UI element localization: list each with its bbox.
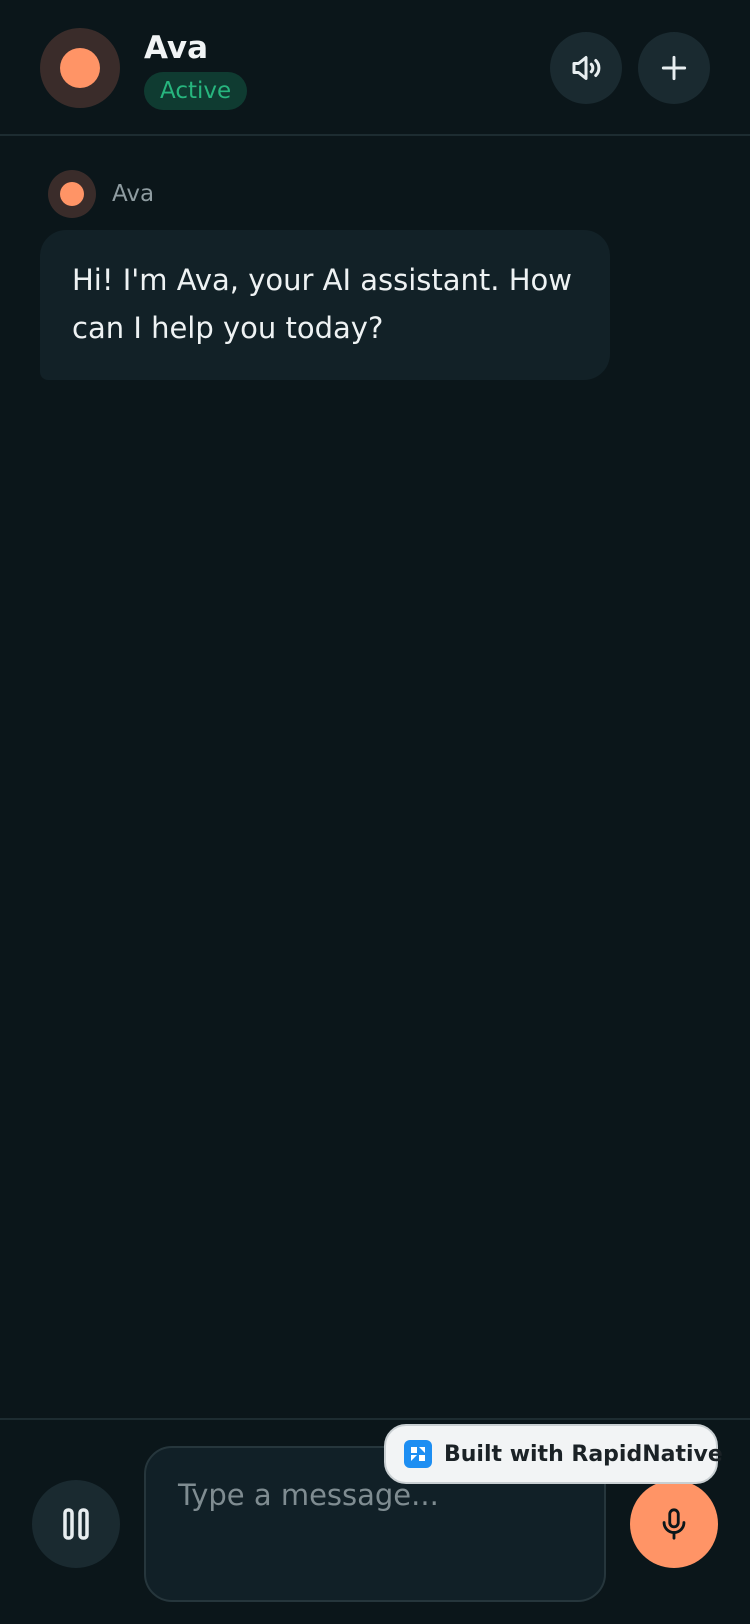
status-badge: Active <box>144 72 248 110</box>
microphone-button[interactable] <box>630 1480 718 1568</box>
built-with-text: Built with RapidNative <box>444 1441 723 1467</box>
sender-avatar <box>48 170 96 218</box>
pause-icon <box>63 1508 89 1540</box>
plus-icon <box>661 55 687 81</box>
chat-header: Ava Active <box>0 0 750 136</box>
new-chat-button[interactable] <box>638 32 710 104</box>
built-with-badge[interactable]: Built with RapidNative <box>384 1424 723 1484</box>
pause-button[interactable] <box>32 1480 120 1568</box>
assistant-message-bubble: Hi! I'm Ava, your AI assistant. How can … <box>40 230 610 380</box>
avatar-dot <box>60 48 100 88</box>
assistant-name: Ava <box>144 30 209 66</box>
speaker-icon <box>572 56 601 80</box>
microphone-icon <box>662 1508 686 1540</box>
rapidnative-logo-icon <box>404 1440 432 1468</box>
assistant-avatar <box>40 28 120 108</box>
avatar-dot <box>60 182 84 206</box>
sender-name: Ava <box>112 181 155 207</box>
speaker-button[interactable] <box>550 32 622 104</box>
